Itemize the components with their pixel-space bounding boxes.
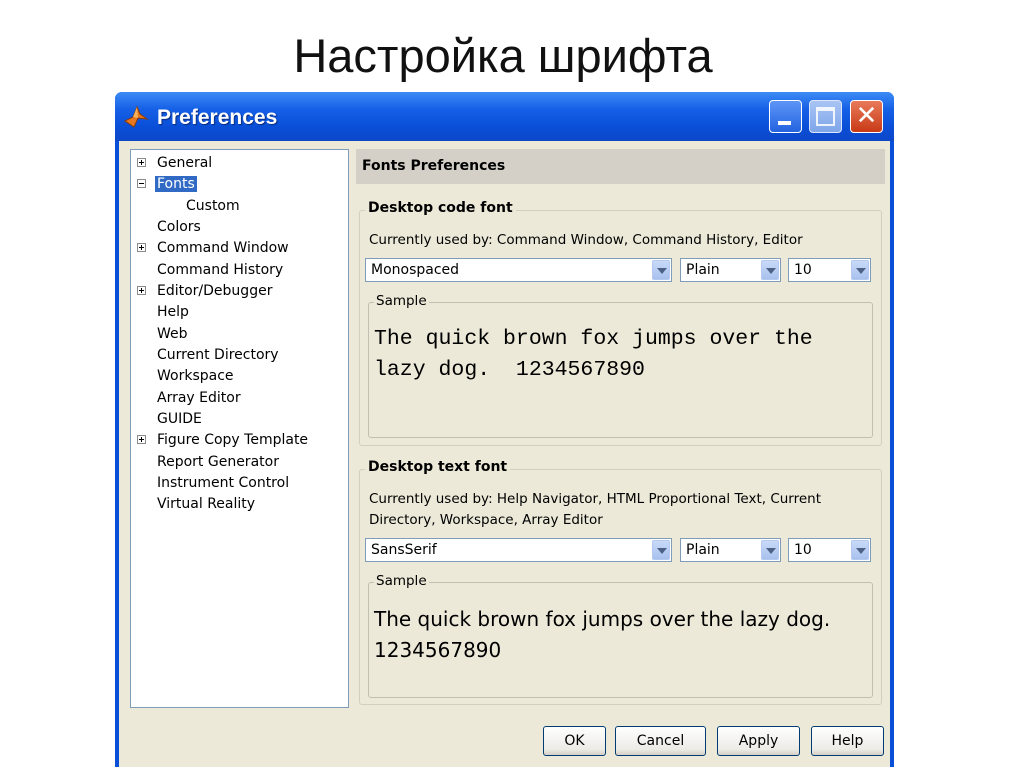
dialog-body: General Fonts Custom Colors Command Wind… bbox=[119, 141, 890, 767]
chevron-down-icon[interactable] bbox=[761, 540, 779, 560]
text-font-style-select[interactable]: Plain bbox=[680, 538, 781, 562]
section-title: Fonts Preferences bbox=[362, 158, 506, 174]
text-font-group: Desktop text font Currently used by: Hel… bbox=[359, 459, 882, 705]
tree-item-custom[interactable]: Custom bbox=[186, 197, 240, 215]
code-sample-line-1: The quick brown fox jumps over the bbox=[374, 327, 813, 351]
code-font-sample: Sample The quick brown fox jumps over th… bbox=[368, 293, 874, 438]
preferences-window: Preferences ✕ General Fonts Custom Color… bbox=[115, 92, 894, 767]
text-font-family-select[interactable]: SansSerif bbox=[365, 538, 672, 562]
window-title: Preferences bbox=[157, 106, 278, 129]
text-font-sample: Sample The quick brown fox jumps over th… bbox=[368, 573, 874, 698]
ok-button[interactable]: OK bbox=[543, 726, 606, 756]
expand-icon[interactable] bbox=[137, 435, 146, 444]
code-font-size-select[interactable]: 10 bbox=[788, 258, 871, 282]
code-font-family-select[interactable]: Monospaced bbox=[365, 258, 672, 282]
tree-item-web[interactable]: Web bbox=[157, 325, 188, 343]
close-button[interactable]: ✕ bbox=[850, 100, 883, 133]
code-sample-text: The quick brown fox jumps over the lazy … bbox=[374, 324, 874, 386]
text-sample-text: The quick brown fox jumps over the lazy … bbox=[374, 604, 874, 666]
section-header: Fonts Preferences bbox=[356, 149, 885, 184]
chevron-down-icon[interactable] bbox=[652, 540, 670, 560]
tree-item-instrument-control[interactable]: Instrument Control bbox=[157, 474, 289, 492]
chevron-down-icon[interactable] bbox=[851, 540, 869, 560]
tree-item-workspace[interactable]: Workspace bbox=[157, 367, 234, 385]
tree-item-report-generator[interactable]: Report Generator bbox=[157, 453, 279, 471]
text-sample-line-2: 1234567890 bbox=[374, 638, 502, 662]
expand-icon[interactable] bbox=[137, 286, 146, 295]
tree-item-help[interactable]: Help bbox=[157, 303, 189, 321]
text-sample-line-1: The quick brown fox jumps over the lazy … bbox=[374, 607, 831, 631]
collapse-icon[interactable] bbox=[137, 179, 146, 188]
sample-label: Sample bbox=[374, 573, 429, 589]
matlab-icon bbox=[124, 105, 149, 128]
minimize-button[interactable] bbox=[769, 100, 802, 133]
chevron-down-icon[interactable] bbox=[652, 260, 670, 280]
tree-item-array-editor[interactable]: Array Editor bbox=[157, 389, 241, 407]
expand-icon[interactable] bbox=[137, 243, 146, 252]
tree-item-editor-debugger[interactable]: Editor/Debugger bbox=[137, 282, 272, 300]
code-sample-line-2: lazy dog. 1234567890 bbox=[374, 358, 645, 382]
preferences-tree[interactable]: General Fonts Custom Colors Command Wind… bbox=[130, 149, 349, 708]
expand-icon[interactable] bbox=[137, 158, 146, 167]
tree-item-current-directory[interactable]: Current Directory bbox=[157, 346, 279, 364]
text-font-used-by: Currently used by: Help Navigator, HTML … bbox=[369, 491, 822, 528]
tree-item-fonts[interactable]: Fonts bbox=[137, 175, 197, 193]
tree-item-virtual-reality[interactable]: Virtual Reality bbox=[157, 495, 255, 513]
code-font-title: Desktop code font bbox=[365, 200, 516, 216]
tree-item-colors[interactable]: Colors bbox=[157, 218, 201, 236]
cancel-button[interactable]: Cancel bbox=[615, 726, 706, 756]
chevron-down-icon[interactable] bbox=[851, 260, 869, 280]
slide-title: Настройка шрифта bbox=[293, 29, 713, 82]
close-icon: ✕ bbox=[855, 101, 878, 131]
help-button[interactable]: Help bbox=[811, 726, 884, 756]
chevron-down-icon[interactable] bbox=[761, 260, 779, 280]
minimize-icon bbox=[778, 121, 791, 125]
apply-button[interactable]: Apply bbox=[717, 726, 800, 756]
code-font-style-select[interactable]: Plain bbox=[680, 258, 781, 282]
maximize-button[interactable] bbox=[809, 100, 842, 133]
maximize-icon bbox=[816, 107, 835, 126]
tree-item-command-history[interactable]: Command History bbox=[157, 261, 283, 279]
text-font-size-select[interactable]: 10 bbox=[788, 538, 871, 562]
code-font-used-by: Currently used by: Command Window, Comma… bbox=[369, 232, 803, 248]
tree-item-guide[interactable]: GUIDE bbox=[157, 410, 202, 428]
sample-label: Sample bbox=[374, 293, 429, 309]
tree-item-general[interactable]: General bbox=[137, 154, 212, 172]
tree-item-command-window[interactable]: Command Window bbox=[137, 239, 289, 257]
code-font-group: Desktop code font Currently used by: Com… bbox=[359, 200, 882, 446]
text-font-title: Desktop text font bbox=[365, 459, 511, 475]
tree-item-figure-copy-template[interactable]: Figure Copy Template bbox=[137, 431, 308, 449]
title-bar[interactable]: Preferences ✕ bbox=[115, 92, 894, 141]
